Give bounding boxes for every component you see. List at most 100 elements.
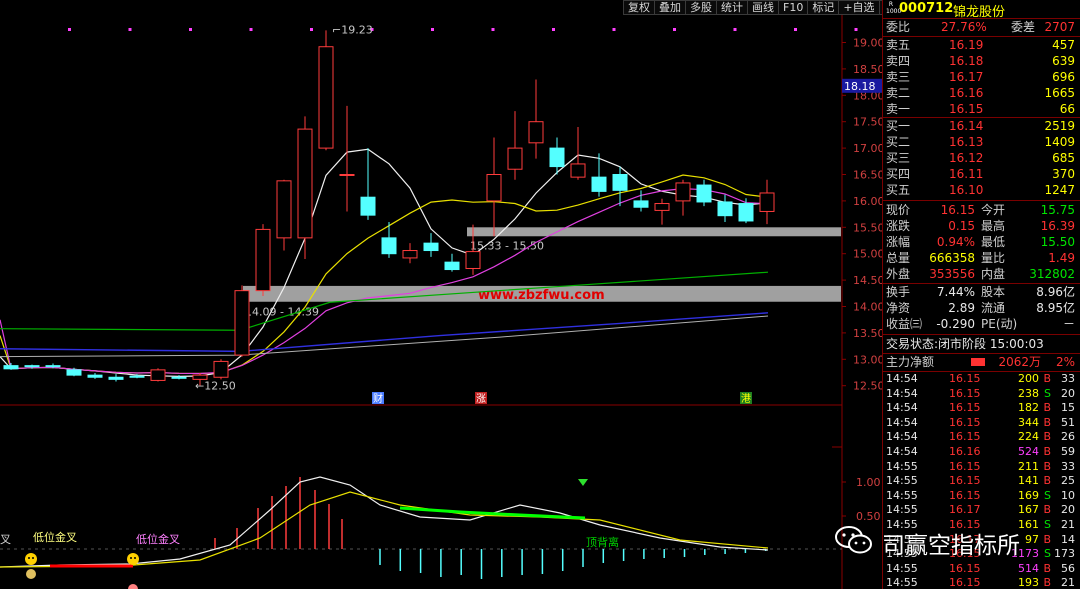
ask-label: 卖三 [886, 70, 911, 84]
bid-label: 买五 [886, 183, 911, 197]
tick-direction: B [1043, 561, 1051, 575]
top-marker [673, 28, 676, 31]
candle-body [276, 180, 292, 239]
tick-volume: 238 [1018, 386, 1039, 400]
draw-line-button[interactable]: 画线 [747, 0, 779, 15]
tick-count: 10 [1061, 488, 1075, 502]
tick-time: 14:54 [886, 372, 918, 385]
bid-price: 16.13 [949, 135, 984, 149]
stat-value: 16.15 [940, 203, 975, 217]
kline-chart[interactable]: 19.0018.5018.0017.5017.0016.5016.0015.50… [0, 0, 882, 589]
candle-body [45, 365, 61, 368]
candle-body [402, 250, 418, 259]
candle-body [507, 147, 523, 170]
tick-direction: B [1043, 445, 1051, 458]
ask-volume: 1665 [1044, 86, 1075, 100]
stat-value: -0.290 [936, 317, 975, 331]
candle-body [150, 369, 166, 381]
candle-body [738, 203, 754, 222]
top-marker [612, 28, 616, 31]
tick-price: 16.15 [949, 474, 981, 488]
tick-price: 16.16 [949, 445, 981, 458]
candle-body [255, 228, 271, 292]
bid-price: 16.10 [949, 183, 984, 197]
tick-price: 16.15 [949, 386, 981, 400]
bid-volume: 1409 [1044, 135, 1075, 149]
tick-row: 14:54 16.15 182 B 15 [883, 401, 1080, 416]
stat-label: 换手 [886, 285, 911, 299]
tick-direction: B [1043, 576, 1051, 589]
top-marker [431, 28, 434, 31]
statistics-button[interactable]: 统计 [716, 0, 748, 15]
top-marker [491, 28, 495, 31]
y-tick-label: 17.00 [853, 142, 882, 155]
tick-row: 14:55 16.15 514 B 56 [883, 562, 1080, 577]
tick-direction: B [1043, 372, 1051, 385]
smiley-icon [25, 553, 37, 565]
ask-row: 卖四 16.18 639 [883, 53, 1080, 69]
tick-time: 14:55 [886, 459, 918, 473]
bid-row: 买四 16.11 370 [883, 166, 1080, 182]
stat-value: 666358 [929, 251, 975, 265]
candle-body [213, 360, 229, 378]
bid-label: 买二 [886, 135, 911, 149]
tick-time: 14:55 [886, 561, 918, 575]
main-net-label: 主力净额 [886, 355, 935, 369]
ask-label: 卖四 [886, 54, 911, 68]
order-diff-value: 2707 [1044, 20, 1075, 34]
ma20-line [0, 187, 768, 375]
ask-price: 16.18 [949, 54, 984, 68]
signal-label: 叉 [0, 533, 11, 546]
tick-volume: 182 [1018, 401, 1039, 415]
fuquan-button[interactable]: 复权 [623, 0, 655, 15]
tick-count: 21 [1061, 576, 1075, 589]
event-tag: 涨 [476, 393, 486, 405]
tick-row: 14:54 16.15 344 B 51 [883, 416, 1080, 431]
top-marker [68, 28, 71, 31]
ask-row: 卖三 16.17 696 [883, 69, 1080, 85]
stat-row: 外盘 353556 内盘 312802 [883, 266, 1080, 282]
tick-count: 25 [1061, 474, 1075, 488]
add-watchlist-button[interactable]: +自选 [838, 0, 880, 15]
overlay-button[interactable]: 叠加 [654, 0, 686, 15]
multi-stock-button[interactable]: 多股 [685, 0, 717, 15]
tick-count: 20 [1061, 503, 1075, 517]
candle-body [108, 376, 124, 380]
tick-volume: 169 [1018, 488, 1039, 502]
y-tick-label: 13.00 [853, 353, 882, 366]
candle-body [234, 290, 250, 356]
top-marker [552, 28, 555, 31]
dea-line [0, 491, 769, 568]
stat-label: PE(动) [981, 317, 1018, 331]
tick-direction: S [1044, 386, 1051, 400]
y-tick-label: 12.50 [853, 380, 882, 393]
candle-body [297, 128, 313, 239]
bid-price: 16.14 [949, 119, 984, 133]
stat-row: 现价 16.15 今开 15.75 [883, 202, 1080, 218]
main-net-pct: 2% [1055, 355, 1075, 369]
smiley-eye [130, 557, 132, 559]
stock-header: R 1000 000712 锦龙股份 [883, 0, 1080, 20]
bid-row: 买三 16.12 685 [883, 150, 1080, 166]
y-tick-label: 15.00 [853, 248, 882, 261]
candle-body [66, 369, 82, 376]
top-marker [854, 28, 858, 31]
tick-volume: 344 [1018, 415, 1039, 429]
candle-body [633, 200, 649, 208]
quote-panel: R 1000 000712 锦龙股份 委比 27.76% 委差 2707 卖五 16.19 4… [882, 0, 1080, 589]
tick-price: 16.15 [949, 488, 981, 502]
tick-price: 16.15 [949, 576, 981, 589]
f10-button[interactable]: F10 [778, 0, 809, 15]
candle-body [528, 121, 544, 144]
candle-body [318, 46, 334, 149]
y-tick-label: 17.50 [853, 116, 882, 129]
stat-value: 15.50 [1040, 235, 1075, 249]
top-marker [310, 28, 313, 31]
stat-label: 最高 [981, 219, 1006, 233]
tick-price: 16.15 [949, 430, 981, 444]
mark-button[interactable]: 标记 [807, 0, 840, 15]
tick-price: 16.17 [949, 503, 981, 517]
ask-row: 卖二 16.16 1665 [883, 85, 1080, 101]
tick-row: 14:54 16.15 200 B 33 [883, 372, 1080, 387]
rzrq-badge-icon: R 1000 [886, 1, 902, 15]
